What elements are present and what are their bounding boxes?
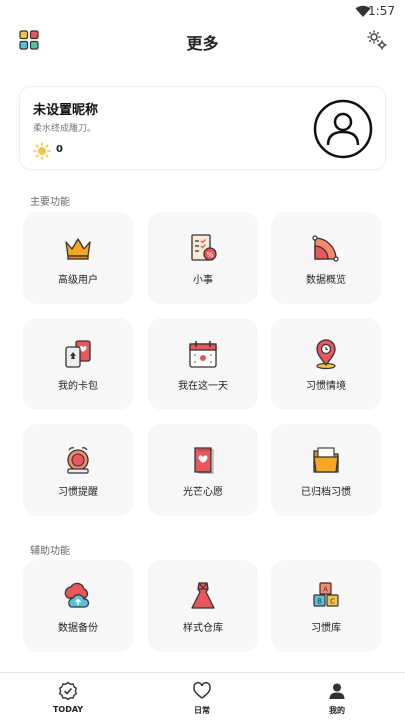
- status-bar: 1:57: [0, 0, 405, 24]
- feature-label: 习惯库: [311, 623, 341, 634]
- pie-chart-icon: [312, 235, 339, 262]
- feature-data-backup[interactable]: 数据备份: [23, 560, 133, 652]
- nav-today[interactable]: TODAY: [38, 681, 98, 714]
- feature-premium-user[interactable]: 高级用户: [23, 212, 133, 304]
- svg-text:B: B: [317, 598, 322, 606]
- archive-folder-icon: [313, 447, 339, 473]
- feature-small-matters[interactable]: % 小事: [148, 212, 258, 304]
- section-main-label: 主要功能: [30, 197, 70, 208]
- feature-label: 样式仓库: [183, 623, 223, 634]
- settings-gear-icon[interactable]: [365, 28, 389, 52]
- feature-label: 高级用户: [58, 275, 98, 286]
- bottom-nav: TODAY 日常 我的: [0, 672, 405, 720]
- profile-nickname[interactable]: 未设置昵称: [33, 99, 98, 118]
- checklist-icon: %: [191, 234, 217, 261]
- feature-label: 小事: [193, 275, 213, 286]
- feature-light-wish[interactable]: 光芒心愿: [148, 424, 258, 516]
- profile-motto: 柔水终成雕刀。: [33, 124, 97, 134]
- abc-blocks-icon: A B C: [313, 582, 339, 607]
- dress-icon: [191, 582, 215, 609]
- heart-icon: [193, 682, 211, 699]
- feature-data-overview[interactable]: 数据概览: [271, 212, 381, 304]
- person-icon: [329, 683, 345, 699]
- nav-daily[interactable]: 日常: [172, 681, 232, 716]
- header: 更多: [0, 24, 405, 58]
- cards-icon: [65, 340, 91, 368]
- sun-icon: [33, 142, 51, 160]
- alarm-bell-icon: [67, 447, 89, 474]
- feature-habit-context[interactable]: 习惯情境: [271, 318, 381, 410]
- check-badge-icon: [58, 681, 78, 701]
- feature-archived-habits[interactable]: 已归档习惯: [271, 424, 381, 516]
- feature-label: 已归档习惯: [301, 487, 351, 498]
- sun-count: 0: [56, 144, 63, 155]
- feature-label: 我的卡包: [58, 381, 98, 392]
- feature-label: 数据概览: [306, 275, 346, 286]
- location-pin-icon: [316, 339, 336, 370]
- crown-icon: [65, 238, 91, 260]
- feature-this-day[interactable]: 我在这一天: [148, 318, 258, 410]
- feature-my-cards[interactable]: 我的卡包: [23, 318, 133, 410]
- nav-daily-label: 日常: [194, 706, 210, 715]
- nav-today-label: TODAY: [52, 705, 84, 714]
- feature-label: 数据备份: [58, 623, 98, 634]
- svg-text:%: %: [207, 251, 214, 259]
- feature-style-store[interactable]: 样式仓库: [148, 560, 258, 652]
- feature-label: 习惯情境: [306, 381, 346, 392]
- feature-habit-reminder[interactable]: 习惯提醒: [23, 424, 133, 516]
- profile-card[interactable]: 未设置昵称 柔水终成雕刀。 0: [19, 86, 386, 170]
- status-time: 1:57: [368, 4, 395, 18]
- section-aux-label: 辅助功能: [30, 546, 70, 557]
- nav-mine-label: 我的: [329, 706, 345, 715]
- wish-card-icon: [194, 447, 214, 474]
- avatar[interactable]: [313, 99, 373, 159]
- feature-label: 习惯提醒: [58, 487, 98, 498]
- feature-label: 光芒心愿: [183, 487, 223, 498]
- svg-text:A: A: [323, 586, 328, 594]
- feature-habit-library[interactable]: A B C 习惯库: [271, 560, 381, 652]
- page-title: 更多: [186, 34, 219, 53]
- feature-label: 我在这一天: [178, 381, 228, 392]
- calendar-icon: [189, 341, 217, 368]
- svg-text:C: C: [330, 598, 335, 606]
- cloud-backup-icon: [64, 582, 90, 608]
- nav-mine[interactable]: 我的: [307, 681, 367, 716]
